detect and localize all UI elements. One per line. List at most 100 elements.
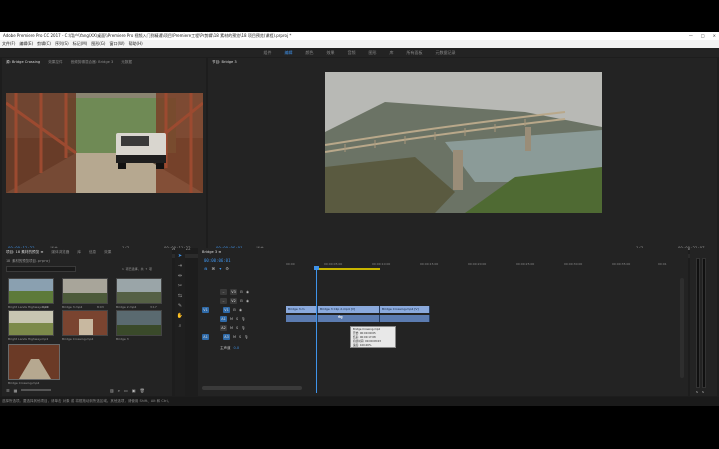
workspace-audio[interactable]: 音频 (348, 48, 356, 57)
solo-left-button[interactable]: S (696, 390, 698, 394)
work-area-bar[interactable] (316, 268, 380, 270)
timeline-timecode[interactable]: 00:00:06:01 (204, 258, 231, 263)
workspace-editing[interactable]: 编辑 (285, 48, 293, 57)
project-search-input[interactable] (6, 266, 76, 272)
maximize-button[interactable]: □ (701, 32, 705, 40)
menu-graphics[interactable]: 图形(G) (91, 40, 105, 48)
tab-effects[interactable]: 效果 (104, 248, 111, 257)
video-clip[interactable]: Bridge Crossing.mp4 [V] (380, 306, 430, 313)
timeline-scrollbar[interactable] (202, 386, 302, 390)
thumb-bridge-crossing[interactable] (62, 310, 108, 336)
source-video[interactable] (6, 93, 203, 193)
tab-metadata[interactable]: 元数据 (121, 58, 132, 67)
eye-icon[interactable]: ◉ (239, 308, 242, 312)
eye-icon[interactable]: ◉ (246, 290, 249, 294)
source-patch-v1[interactable]: V1 (202, 307, 209, 313)
mic-icon[interactable]: 🎙 (241, 326, 245, 330)
audio-clip[interactable] (318, 315, 380, 322)
playhead-handle[interactable] (314, 266, 319, 270)
menu-sequence[interactable]: 序列(S) (55, 40, 69, 48)
menu-file[interactable]: 文件(F) (2, 40, 15, 48)
thumb-bright-lands[interactable] (8, 278, 54, 304)
settings-icon[interactable]: ⚙ (225, 266, 229, 271)
track-name[interactable]: A2 (220, 325, 227, 331)
slip-tool-icon[interactable]: ⇆ (176, 292, 184, 300)
program-video[interactable] (325, 72, 602, 213)
audio-clip[interactable] (286, 315, 318, 322)
razor-tool-icon[interactable]: ✂ (176, 282, 184, 290)
thumb-bridge-crossing-selected[interactable] (8, 344, 60, 380)
new-item-icon[interactable]: ▣ (132, 388, 136, 393)
hand-tool-icon[interactable]: ✋ (176, 312, 184, 320)
tab-media-browser[interactable]: 媒体浏览器 (51, 248, 69, 257)
pen-tool-icon[interactable]: ✎ (176, 302, 184, 310)
workspace-all-panels[interactable]: 所有面板 (407, 48, 423, 57)
snap-icon[interactable]: ⋒ (204, 266, 207, 271)
mute-button[interactable]: M (230, 317, 233, 321)
timeline-vscroll[interactable] (680, 278, 684, 378)
menu-edit[interactable]: 编辑(E) (19, 40, 33, 48)
list-view-icon[interactable]: ☰ (6, 388, 10, 393)
thumb-bridge-3[interactable] (62, 278, 108, 304)
zoom-slider[interactable] (21, 389, 52, 391)
timeline-playhead[interactable] (316, 268, 317, 393)
zoom-tool-icon[interactable]: ⌕ (176, 322, 184, 330)
sync-lock-icon[interactable]: ⊟ (233, 308, 236, 312)
menu-help[interactable]: 帮助(H) (129, 40, 143, 48)
audio-clip[interactable] (380, 315, 430, 322)
close-button[interactable]: × (713, 32, 716, 40)
automate-icon[interactable]: ▥ (110, 388, 114, 393)
video-clip[interactable]: Bridge 3.m (286, 306, 318, 313)
track-name[interactable]: V2 (230, 298, 237, 304)
solo-button[interactable]: S (239, 335, 241, 339)
track-name[interactable]: V1 (223, 307, 230, 313)
mic-icon[interactable]: 🎙 (241, 317, 245, 321)
thumb-bridge-2[interactable] (116, 278, 162, 304)
workspace-effects[interactable]: 效果 (327, 48, 335, 57)
mic-icon[interactable]: 🎙 (244, 335, 248, 339)
track-name[interactable]: V3 (230, 289, 237, 295)
solo-right-button[interactable]: S (702, 390, 704, 394)
menu-clip[interactable]: 剪辑(C) (37, 40, 51, 48)
add-marker-icon[interactable]: ▾ (219, 266, 221, 271)
workspace-graphics[interactable]: 图形 (369, 48, 377, 57)
menu-window[interactable]: 窗口(W) (109, 40, 124, 48)
tab-sequence[interactable]: Bridge 3 ≡ (202, 248, 221, 257)
mute-button[interactable]: M (230, 326, 233, 330)
solo-button[interactable]: S (236, 326, 238, 330)
video-clip[interactable]: Bridge 3 Clip 2.mp4 [V] (318, 306, 380, 313)
tab-audio-mixer[interactable]: 音频剪辑混合器: Bridge 3 (71, 58, 114, 67)
track-name[interactable]: A1 (220, 316, 227, 322)
thumb-bridge-3-sequence[interactable] (116, 310, 162, 336)
menu-marker[interactable]: 标记(M) (73, 40, 88, 48)
icon-view-icon[interactable]: ▦ (14, 388, 18, 393)
tab-info[interactable]: 信息 (89, 248, 96, 257)
find-icon[interactable]: ⌕ (118, 388, 120, 393)
tab-source[interactable]: 源: Bridge Crossing (6, 58, 40, 67)
track-name[interactable]: A3 (223, 334, 230, 340)
trash-icon[interactable]: 🗑 (140, 388, 145, 393)
sync-lock-icon[interactable]: ⊟ (240, 290, 243, 294)
mute-button[interactable]: M (233, 335, 236, 339)
selection-tool-icon[interactable]: ➤ (176, 252, 184, 260)
thumb-bright-lands-2[interactable] (8, 310, 54, 336)
tab-effect-controls[interactable]: 效果控件 (48, 58, 62, 67)
ripple-edit-tool-icon[interactable]: ⇹ (176, 272, 184, 280)
tab-libraries[interactable]: 库 (77, 248, 81, 257)
sync-lock-icon[interactable]: ⊟ (240, 299, 243, 303)
workspace-color[interactable]: 颜色 (306, 48, 314, 57)
tab-program[interactable]: 节目: Bridge 3 (212, 58, 237, 67)
tab-project[interactable]: 项目: 18 素材的预览 ≡ (6, 248, 43, 257)
track-target-toggle[interactable]: ⎯ (220, 298, 227, 304)
solo-button[interactable]: S (236, 317, 238, 321)
eye-icon[interactable]: ◉ (246, 299, 249, 303)
workspace-libraries[interactable]: 库 (390, 48, 394, 57)
workspace-assembly[interactable]: 组件 (264, 48, 272, 57)
linked-selection-icon[interactable]: ⌘ (211, 266, 215, 271)
minimize-button[interactable]: — (689, 32, 693, 40)
source-patch-a1[interactable]: A1 (202, 334, 209, 340)
track-select-tool-icon[interactable]: ⇥ (176, 262, 184, 270)
track-target-toggle[interactable]: ⎯ (220, 289, 227, 295)
workspace-metadata[interactable]: 元数据记录 (436, 48, 456, 57)
new-bin-icon[interactable]: ▭ (124, 388, 128, 393)
